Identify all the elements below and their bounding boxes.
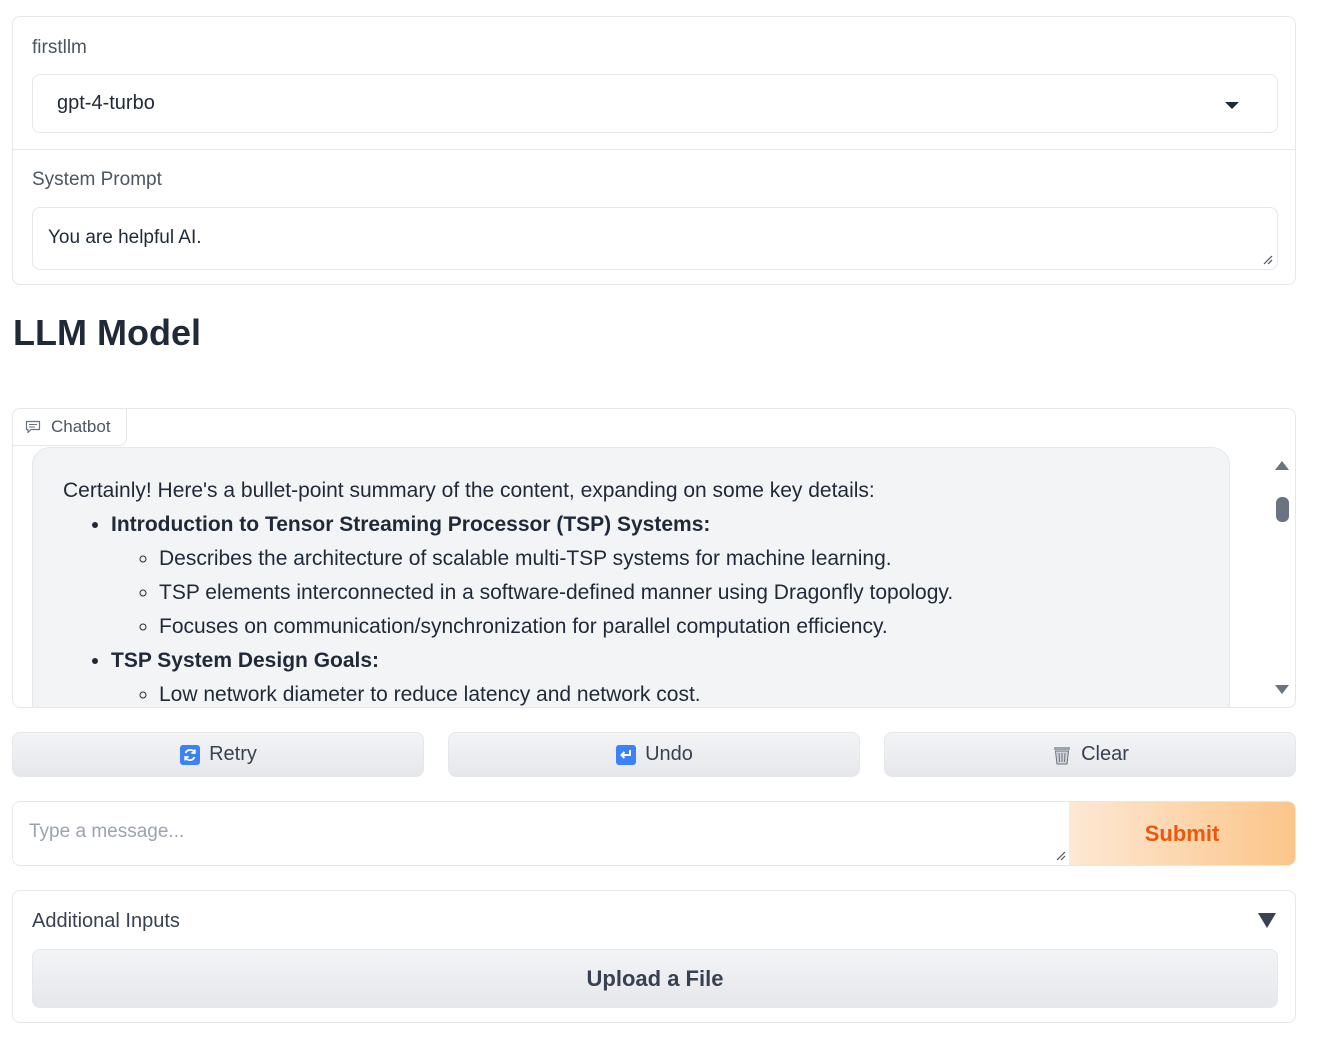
retry-label: Retry — [209, 743, 257, 765]
retry-button[interactable]: Retry — [12, 732, 424, 777]
trash-icon — [1054, 746, 1071, 764]
chatbot-tab: Chatbot — [13, 409, 127, 446]
collapse-triangle-icon[interactable] — [1258, 913, 1276, 928]
system-prompt-label: System Prompt — [32, 169, 162, 190]
sub-list: Describes the architecture of scalable m… — [111, 542, 1199, 644]
system-prompt-input[interactable]: You are helpful AI. — [32, 207, 1278, 270]
chatbot-panel: Chatbot Certainly! Here's a bullet-point… — [12, 408, 1296, 708]
sub-list-item: Low network diameter to reduce latency a… — [159, 678, 1199, 707]
model-select-value: gpt-4-turbo — [57, 92, 155, 114]
upload-file-button[interactable]: Upload a File — [32, 949, 1278, 1008]
additional-inputs-panel: Additional Inputs Upload a File — [12, 890, 1296, 1023]
submit-button[interactable]: Submit — [1069, 802, 1295, 865]
scroll-down-arrow-icon[interactable] — [1275, 685, 1289, 694]
undo-button[interactable]: Undo — [448, 732, 860, 777]
resize-handle-icon[interactable] — [1056, 851, 1066, 861]
undo-label: Undo — [645, 743, 693, 765]
undo-icon — [616, 744, 637, 765]
retry-icon — [180, 744, 201, 765]
list-item: TSP System Design Goals: Low network dia… — [111, 644, 1199, 707]
bot-message: Certainly! Here's a bullet-point summary… — [32, 447, 1230, 707]
resize-handle-icon[interactable] — [1263, 255, 1273, 265]
summary-list: Introduction to Tensor Streaming Process… — [63, 508, 1199, 707]
chat-bubble-icon — [25, 420, 41, 434]
message-composer: Submit — [12, 801, 1296, 866]
sub-list-item: TSP elements interconnected in a softwar… — [159, 576, 1199, 610]
page-title: LLM Model — [13, 312, 201, 353]
sub-list-item: Focuses on communication/synchronization… — [159, 610, 1199, 644]
additional-inputs-label[interactable]: Additional Inputs — [32, 910, 180, 933]
model-select[interactable]: gpt-4-turbo — [32, 74, 1278, 133]
model-select-label: firstllm — [32, 37, 87, 58]
scroll-up-arrow-icon[interactable] — [1275, 461, 1289, 470]
scrollbar-thumb[interactable] — [1276, 497, 1289, 522]
dropdown-arrow-icon[interactable] — [1225, 102, 1239, 109]
chatbot-tab-label: Chatbot — [51, 417, 111, 436]
clear-label: Clear — [1081, 743, 1129, 765]
system-prompt-value: You are helpful AI. — [48, 227, 202, 248]
message-intro: Certainly! Here's a bullet-point summary… — [63, 479, 875, 502]
divider — [13, 149, 1295, 150]
sub-list: Low network diameter to reduce latency a… — [111, 678, 1199, 707]
section-title: TSP System Design Goals: — [111, 649, 380, 672]
message-input[interactable] — [13, 802, 1070, 865]
clear-button[interactable]: Clear — [884, 732, 1296, 777]
sub-list-item: Describes the architecture of scalable m… — [159, 542, 1199, 576]
section-title: Introduction to Tensor Streaming Process… — [111, 513, 711, 536]
settings-panel: firstllm gpt-4-turbo System Prompt You a… — [12, 16, 1296, 285]
list-item: Introduction to Tensor Streaming Process… — [111, 508, 1199, 644]
